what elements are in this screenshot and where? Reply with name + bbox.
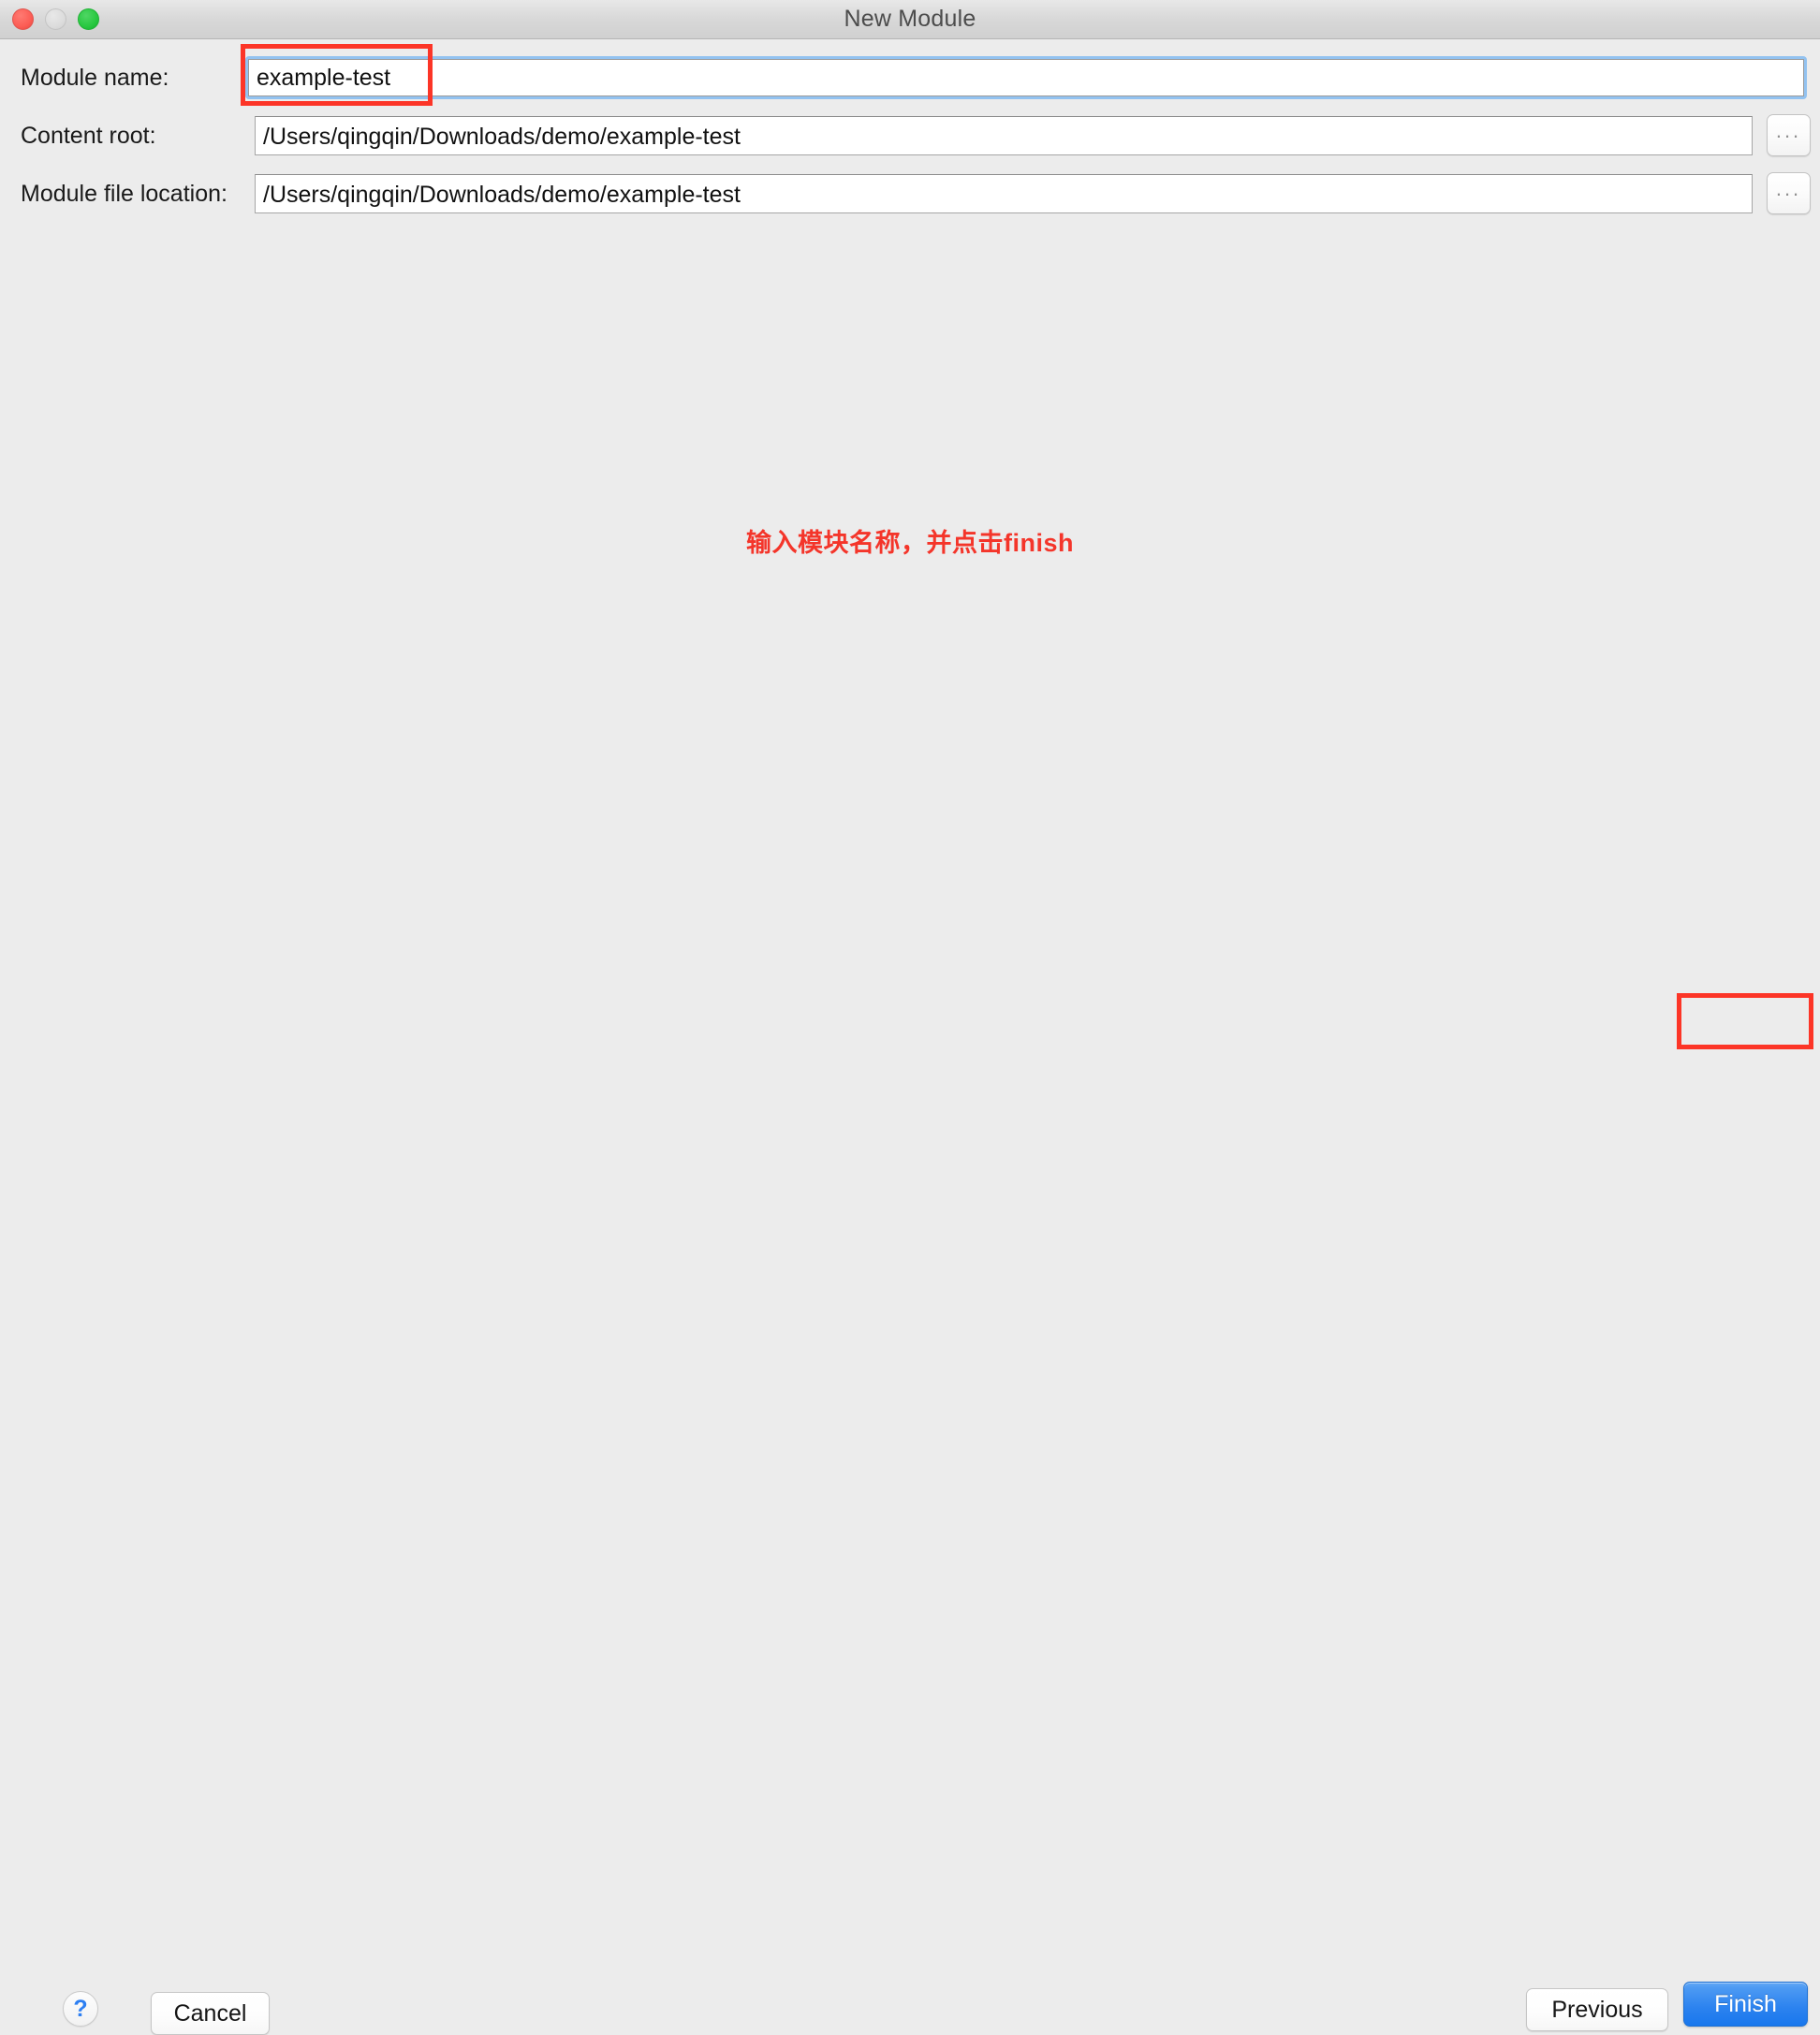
content-root-input[interactable]: /Users/qingqin/Downloads/demo/example-te… [255, 116, 1753, 155]
module-name-field-focus-ring [245, 56, 1807, 99]
form-row-content-root: Content root: /Users/qingqin/Downloads/d… [0, 114, 1820, 157]
module-name-input[interactable] [248, 59, 1804, 96]
module-file-location-browse-button[interactable]: ... [1767, 172, 1811, 214]
dialog-footer: ? Cancel Previous Finish [0, 983, 1820, 2035]
finish-button[interactable]: Finish [1683, 1982, 1808, 2027]
window-title: New Module [844, 6, 976, 32]
content-root-browse-button[interactable]: ... [1767, 114, 1811, 156]
form-row-module-name: Module name: [0, 56, 1820, 99]
form-row-module-file-location: Module file location: /Users/qingqin/Dow… [0, 172, 1820, 215]
annotation-instruction-text: 输入模块名称，并点击finish [746, 529, 1074, 557]
content-root-label: Content root: [21, 123, 156, 149]
previous-button[interactable]: Previous [1526, 1988, 1668, 2031]
module-name-label: Module name: [21, 65, 169, 91]
module-file-location-input[interactable]: /Users/qingqin/Downloads/demo/example-te… [255, 174, 1753, 213]
window-title-bar: New Module [0, 0, 1820, 39]
help-icon[interactable]: ? [63, 1991, 98, 2027]
module-file-location-label: Module file location: [21, 181, 228, 207]
cancel-button[interactable]: Cancel [151, 1992, 270, 2035]
